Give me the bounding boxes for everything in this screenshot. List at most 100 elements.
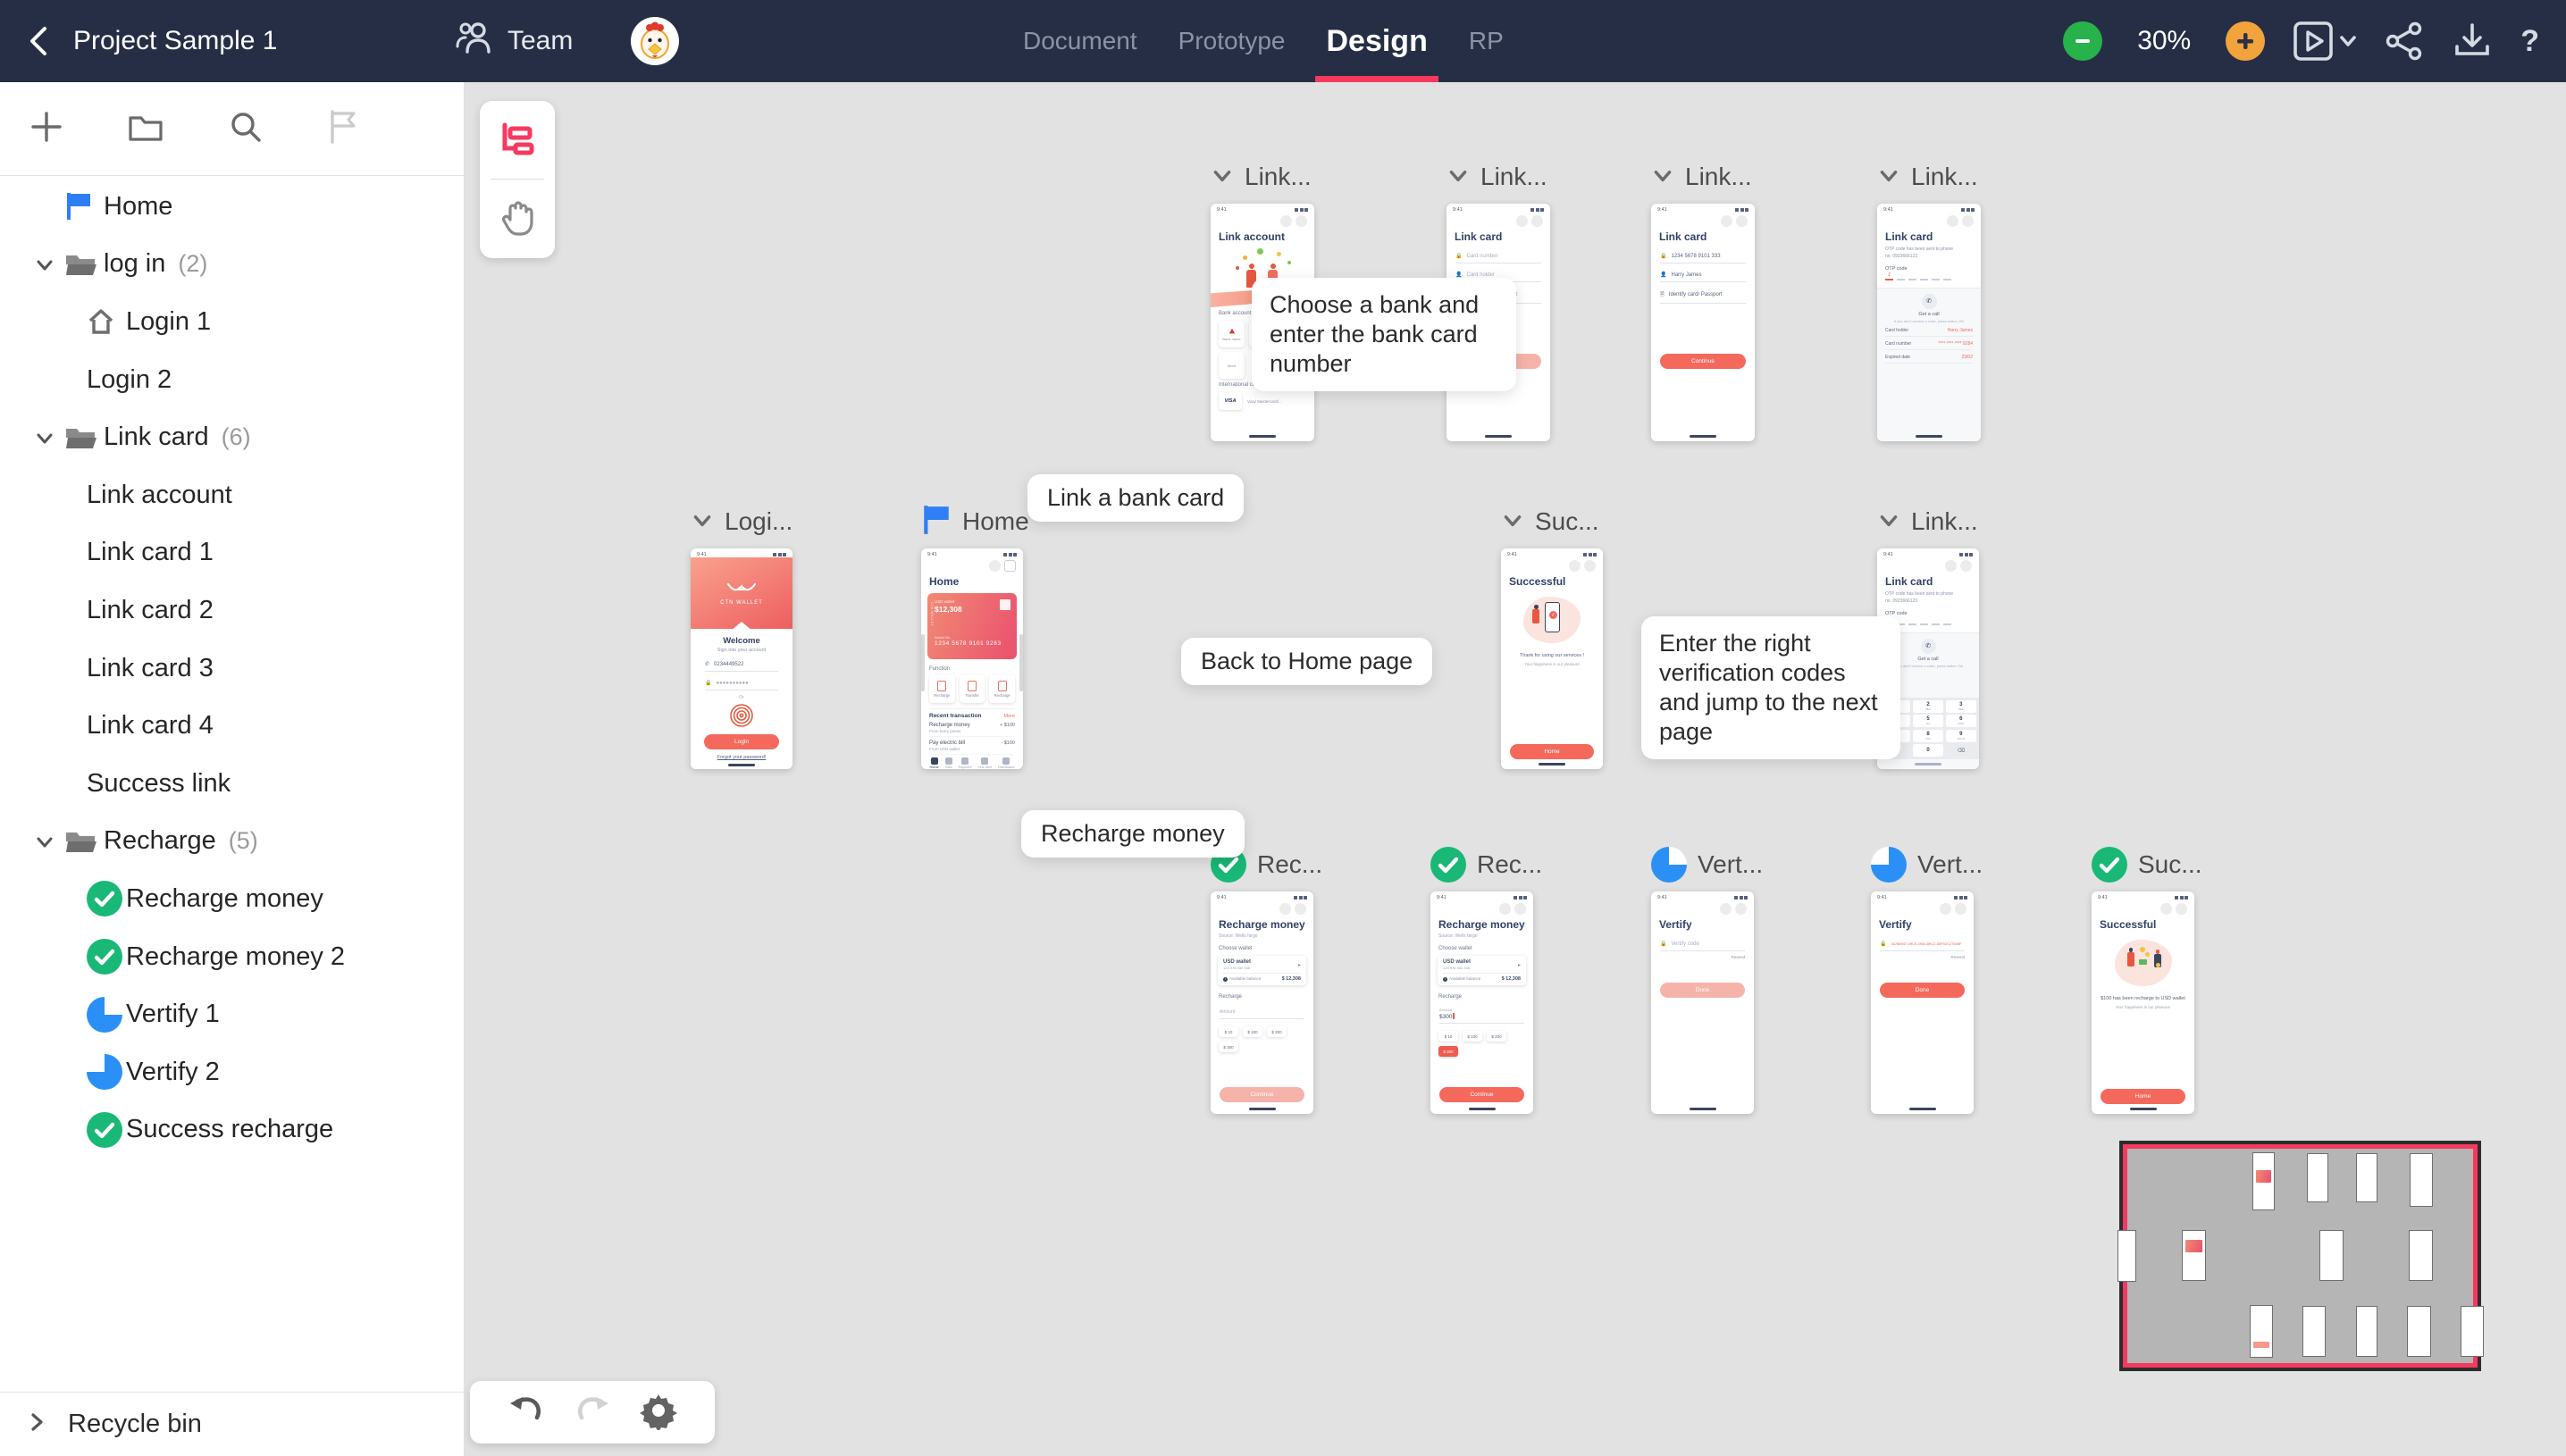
artboard-label-link-card-4[interactable]: Link...: [1877, 502, 1979, 541]
sidebar-item-recharge-money-2[interactable]: Recharge money 2: [0, 928, 464, 986]
artboard-label-vertify-1[interactable]: Vert...: [1651, 845, 1763, 884]
artboard-label-success-recharge[interactable]: Suc...: [2092, 845, 2202, 884]
share-icon[interactable]: [2385, 21, 2424, 61]
screen-avatars: [1877, 557, 1979, 572]
status-bar: 9:41: [1430, 891, 1533, 900]
chevron-down-icon[interactable]: [1447, 163, 1470, 191]
approved-icon: [87, 939, 122, 975]
design-canvas[interactable]: Link... 9:41Link account Bank account Ba…: [465, 82, 2566, 1456]
minimap-screen: [2461, 1306, 2484, 1358]
home-button: Home: [1510, 744, 1593, 759]
artboard-label-vertify-2[interactable]: Vert...: [1871, 845, 1983, 884]
chevron-down-icon[interactable]: [1501, 508, 1524, 536]
minimap-screen: [2407, 1306, 2431, 1358]
hand-tool-button[interactable]: [480, 180, 555, 257]
sidebar-item-login-2[interactable]: Login 2: [0, 351, 464, 409]
status-bar: 9:41: [1877, 548, 1979, 557]
sidebar-item-vertify-1[interactable]: Vertify 1: [0, 985, 464, 1043]
preview-button[interactable]: [2293, 21, 2356, 61]
artboard-label-login-1[interactable]: Logi...: [691, 502, 792, 541]
screen-thumbnail-home[interactable]: 9:41 Home CTN WALLET USD wallet$12,308 W…: [921, 548, 1023, 769]
redo-button[interactable]: [573, 1393, 612, 1433]
tab-design[interactable]: Design: [1326, 0, 1427, 82]
screen-thumbnail-success-recharge[interactable]: 9:41Successful $100 has been recharge to…: [2092, 891, 2194, 1114]
history-toolbar: [470, 1381, 715, 1443]
tab-document[interactable]: Document: [1023, 0, 1137, 82]
folder-icon: [64, 423, 96, 452]
screen-thumbnail-vertify-2[interactable]: 9:41Vertify 🔒34786947-09C0-4904-89C2-50F…: [1871, 891, 1974, 1114]
approved-icon: [87, 1112, 122, 1148]
approved-icon: [1430, 847, 1466, 883]
screen-thumbnail-login-1[interactable]: 9:41 CTN WALLET WelcomeSign into your ac…: [691, 548, 792, 769]
minimap-screen: [2409, 1230, 2433, 1282]
download-icon[interactable]: [2453, 21, 2492, 61]
team-button[interactable]: Team: [456, 0, 573, 82]
chevron-down-icon[interactable]: [691, 508, 714, 536]
artboard-success-recharge: Suc... 9:41Successful $100 has been rech…: [2092, 845, 2202, 1114]
sidebar-item-link-account[interactable]: Link account: [0, 466, 464, 524]
settings-gear-icon[interactable]: [639, 1391, 678, 1435]
sidebar-item-link-card-1[interactable]: Link card 1: [0, 524, 464, 582]
artboard-label-recharge-2[interactable]: Rec...: [1430, 845, 1542, 884]
chevron-down-icon[interactable]: [1651, 163, 1674, 191]
new-folder-button[interactable]: [128, 111, 164, 147]
flow-mode-button[interactable]: [480, 101, 555, 179]
avatar[interactable]: [631, 17, 679, 65]
sidebar-item-home[interactable]: Home: [0, 178, 464, 236]
sidebar-item-link-card-2[interactable]: Link card 2: [0, 582, 464, 640]
screen-thumbnail-success-link[interactable]: 9:41Successful✓ Thank for using our serv…: [1501, 548, 1603, 769]
screen-thumbnail-link-card-3[interactable]: 9:41Link card OTP code has been sent to …: [1877, 204, 1981, 441]
artboard-label-home[interactable]: Home: [921, 502, 1029, 541]
chevron-down-icon[interactable]: [1211, 163, 1234, 191]
screen-avatars: [1501, 557, 1603, 572]
sidebar-item-recharge-money[interactable]: Recharge money: [0, 870, 464, 928]
artboard-label-link-card-3[interactable]: Link...: [1877, 157, 1981, 197]
minimap-screen: [2410, 1153, 2433, 1207]
artboard-label-success-link[interactable]: Suc...: [1501, 502, 1603, 541]
artboard-link-card-3: Link... 9:41Link card OTP code has been …: [1877, 157, 1981, 441]
screen-avatars: [1651, 900, 1754, 915]
sidebar-item-link-card[interactable]: Link card (6): [0, 408, 464, 466]
sidebar-item-link-card-4[interactable]: Link card 4: [0, 697, 464, 755]
chevron-down-icon: [32, 427, 57, 448]
undo-button[interactable]: [507, 1393, 546, 1433]
screen-avatars: [1871, 900, 1974, 915]
project-title: Project Sample 1: [73, 26, 277, 56]
artboard-label-link-card-2[interactable]: Link...: [1651, 157, 1755, 197]
artboard-label-link-account[interactable]: Link...: [1211, 157, 1314, 197]
sidebar-item-log-in[interactable]: log in (2): [0, 236, 464, 294]
tab-prototype[interactable]: Prototype: [1178, 0, 1286, 82]
zoom-in-button[interactable]: [2226, 21, 2265, 61]
sidebar-item-recharge[interactable]: Recharge (5): [0, 813, 464, 871]
artboard-home: Home 9:41 Home CTN WALLET USD wallet$12,…: [921, 502, 1029, 769]
sidebar-item-login-1[interactable]: Login 1: [0, 293, 464, 351]
sidebar-item-link-card-3[interactable]: Link card 3: [0, 640, 464, 698]
recycle-bin[interactable]: Recycle bin: [0, 1392, 464, 1456]
minimap-screen: [2356, 1306, 2378, 1358]
done-button: Done: [1660, 983, 1744, 998]
tab-rp[interactable]: RP: [1469, 0, 1504, 82]
minimap[interactable]: [2119, 1141, 2481, 1371]
artboard-success-link: Suc... 9:41Successful✓ Thank for using o…: [1501, 502, 1603, 769]
sidebar-item-success-recharge[interactable]: Success recharge: [0, 1101, 464, 1159]
add-page-button[interactable]: [29, 110, 63, 148]
folder-icon: [64, 250, 96, 279]
chevron-down-icon[interactable]: [1877, 163, 1900, 191]
screen-thumbnail-vertify-1[interactable]: 9:41Vertify 🔒Vertify code Resend Done: [1651, 891, 1754, 1114]
screen-thumbnail-link-card-2[interactable]: 9:41Link card 🔒1234 5678 9101 333👤Harry …: [1651, 204, 1755, 441]
artboard-label-link-card-1[interactable]: Link...: [1447, 157, 1550, 197]
sidebar-item-success-link[interactable]: Success link: [0, 755, 464, 813]
flag-filter-icon[interactable]: [328, 109, 358, 149]
chevron-down-icon[interactable]: [1877, 508, 1900, 536]
search-icon[interactable]: [228, 109, 264, 149]
zoom-out-button[interactable]: [2063, 21, 2102, 61]
progress-pie-icon: [1871, 847, 1907, 883]
help-button[interactable]: ?: [2520, 24, 2539, 59]
back-icon[interactable]: [27, 23, 50, 59]
screen-thumbnail-recharge-2[interactable]: 9:41Recharge money Source: Wells fargo C…: [1430, 891, 1533, 1114]
screen-thumbnail-recharge-1[interactable]: 9:41Recharge money Source: Wells fargo C…: [1211, 891, 1313, 1114]
artboard-vertify-1: Vert... 9:41Vertify 🔒Vertify code Resend…: [1651, 845, 1763, 1114]
sidebar-item-vertify-2[interactable]: Vertify 2: [0, 1043, 464, 1101]
zoom-level[interactable]: 30%: [2131, 26, 2197, 56]
artboard-login-1: Logi... 9:41 CTN WALLET WelcomeSign into…: [691, 502, 792, 769]
